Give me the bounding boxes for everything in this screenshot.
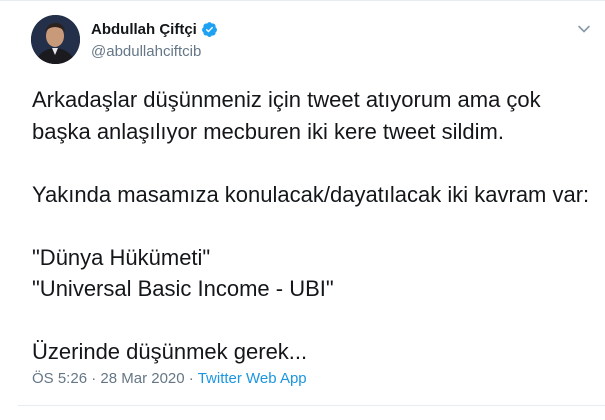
meta-separator: · xyxy=(91,370,97,387)
tweet-text: Arkadaşlar düşünmeniz için tweet atıyoru… xyxy=(32,84,597,368)
top-divider xyxy=(0,0,605,1)
tweet-time[interactable]: ÖS 5:26 xyxy=(32,370,87,387)
tweet-text-line: başka anlaşılıyor mecburen iki kere twee… xyxy=(32,118,504,144)
tweet-metadata: ÖS 5:26 · 28 Mar 2020 · Twitter Web App xyxy=(32,370,307,387)
author-handle[interactable]: @abdullahciftcib xyxy=(91,43,201,60)
tweet-text-line: "Universal Basic Income - UBI" xyxy=(32,276,334,301)
meta-separator: · xyxy=(188,370,194,387)
tweet-text-line: "Dünya Hükümeti" xyxy=(32,244,211,270)
tweet-text-line: Arkadaşlar düşünmeniz için tweet atıyoru… xyxy=(32,87,541,112)
avatar-portrait-image xyxy=(31,15,80,64)
author-display-name[interactable]: Abdullah Çiftçi xyxy=(91,21,197,38)
chevron-down-icon[interactable] xyxy=(577,22,591,36)
bottom-divider xyxy=(18,405,605,406)
tweet-text-line: Üzerinde düşünmek gerek... xyxy=(32,339,308,364)
verified-badge-icon xyxy=(201,21,218,38)
tweet-source-link[interactable]: Twitter Web App xyxy=(198,370,307,387)
tweet-text-line: Yakında masamıza konulacak/dayatılacak i… xyxy=(32,181,590,207)
author-name-row: Abdullah Çiftçi xyxy=(91,19,218,39)
tweet-date[interactable]: 28 Mar 2020 xyxy=(100,370,184,387)
avatar[interactable] xyxy=(31,15,80,64)
